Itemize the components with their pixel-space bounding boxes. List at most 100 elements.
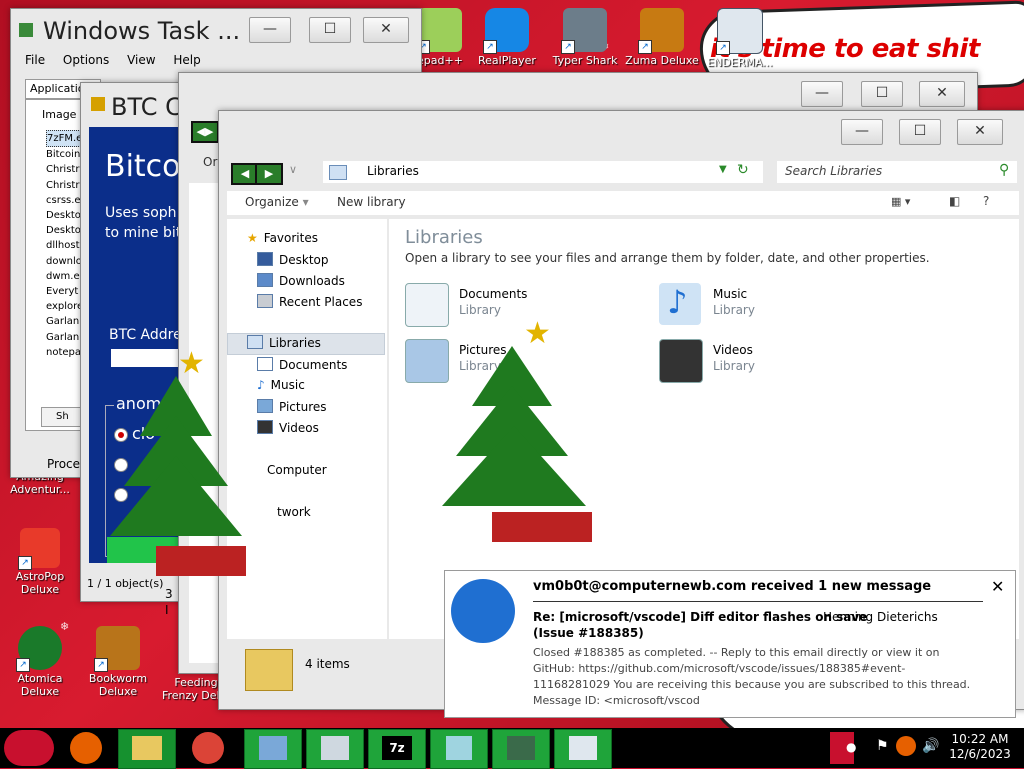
search-box[interactable]: Search Libraries ⚲ bbox=[777, 161, 1017, 183]
paint-icon bbox=[259, 736, 287, 760]
menu-file[interactable]: File bbox=[25, 53, 45, 67]
library-music[interactable]: ♪ Music Library bbox=[659, 283, 889, 329]
process-row[interactable]: dwm.e bbox=[46, 269, 83, 284]
maximize-button[interactable]: ☐ bbox=[899, 119, 941, 145]
organize-stub: Or bbox=[203, 155, 218, 169]
chrome-icon[interactable] bbox=[192, 732, 224, 764]
nav-recent-places[interactable]: Recent Places bbox=[257, 294, 362, 309]
nav-desktop[interactable]: Desktop bbox=[257, 252, 329, 267]
nav-favorites[interactable]: ★ Favorites bbox=[247, 231, 318, 245]
desktop-icon-realplayer[interactable]: ↗ RealPlayer bbox=[467, 8, 547, 67]
start-button[interactable] bbox=[4, 730, 54, 766]
desktop-icon-enderman[interactable]: ↗ ENDERMA... bbox=[700, 8, 780, 69]
atomica-icon: ↗ bbox=[16, 626, 62, 672]
title-bar[interactable] bbox=[179, 73, 977, 107]
menu-view[interactable]: View bbox=[127, 53, 155, 67]
downloads-icon bbox=[257, 273, 273, 287]
process-row[interactable]: Deskto bbox=[46, 208, 83, 223]
preview-pane-icon[interactable]: ◧ bbox=[949, 194, 960, 208]
close-button[interactable]: ✕ bbox=[363, 17, 409, 43]
mail-notification[interactable]: vm0b0t@computernewb.com received 1 new m… bbox=[444, 570, 1016, 718]
desktop-icon-zuma[interactable]: ↗ Zuma Deluxe bbox=[622, 8, 702, 67]
process-row[interactable]: Christr bbox=[46, 178, 83, 193]
nav-desktop-label: Desktop bbox=[279, 253, 329, 267]
process-row[interactable]: Everyt bbox=[46, 284, 83, 299]
taskbar-paint[interactable] bbox=[244, 729, 302, 769]
close-icon[interactable]: ✕ bbox=[991, 577, 1004, 596]
process-row[interactable]: 7zFM.e bbox=[46, 130, 84, 148]
navigation-bar: ◀ ▶ ∨ Libraries ▼ ↻ Search Libraries ⚲ bbox=[227, 161, 1017, 189]
process-row[interactable]: notepa bbox=[46, 345, 83, 360]
desktop-icon-typer-shark[interactable]: ↗ Typer Shark bbox=[545, 8, 625, 67]
desktop-icon-label: Zuma Deluxe bbox=[625, 54, 699, 67]
taskbar-explorer[interactable] bbox=[118, 729, 176, 769]
process-row[interactable]: Garlan bbox=[46, 314, 83, 329]
desktop-icon-atomica[interactable]: ↗ Atomica Deluxe bbox=[0, 626, 80, 698]
process-row[interactable]: explore bbox=[46, 299, 83, 314]
close-button[interactable]: ✕ bbox=[919, 81, 965, 107]
column-header-image[interactable]: Image bbox=[42, 108, 76, 121]
desktop-icon-astropop[interactable]: ↗ AstroPop Deluxe bbox=[0, 528, 80, 596]
process-row[interactable]: downlo bbox=[46, 254, 83, 269]
search-icon[interactable]: ⚲ bbox=[999, 162, 1009, 178]
clock-date: 12/6/2023 bbox=[949, 747, 1011, 761]
tray-dot-icon[interactable]: ● bbox=[846, 740, 856, 754]
process-row[interactable]: Bitcoin bbox=[46, 147, 83, 162]
refresh-icon[interactable]: ↻ bbox=[737, 162, 749, 178]
clock[interactable]: 10:22 AM 12/6/2023 bbox=[948, 732, 1012, 762]
christmas-tree-decoration: ★ bbox=[110, 346, 280, 586]
taskbar-keyboard[interactable] bbox=[306, 729, 364, 769]
recent-pages-chevron-icon[interactable]: ∨ bbox=[289, 163, 297, 176]
process-row[interactable]: Garlan bbox=[46, 330, 83, 345]
menu-help[interactable]: Help bbox=[173, 53, 200, 67]
address-dropdown-icon[interactable]: ▼ bbox=[719, 164, 727, 175]
back-button[interactable]: ◀▶ bbox=[191, 121, 219, 143]
organize-button[interactable]: Organize ▾ bbox=[245, 195, 309, 209]
firefox-icon[interactable] bbox=[70, 732, 102, 764]
firefox-tray-icon[interactable] bbox=[896, 736, 916, 756]
desktop-icon-bookworm[interactable]: ↗ Bookworm Deluxe bbox=[78, 626, 158, 698]
process-row[interactable]: dllhost bbox=[46, 238, 83, 253]
desktop-icon bbox=[257, 252, 273, 266]
thunderbird-icon bbox=[451, 579, 515, 643]
view-options-icon[interactable]: ▦ ▾ bbox=[891, 195, 910, 208]
process-row[interactable]: Deskto bbox=[46, 223, 83, 238]
btc-address-label: BTC Addre bbox=[109, 327, 182, 343]
close-button[interactable]: ✕ bbox=[957, 119, 1003, 145]
organize-label: Organize bbox=[245, 195, 299, 209]
desktop-icon-label: RealPlayer bbox=[478, 54, 536, 67]
bookworm-icon: ↗ bbox=[94, 626, 140, 672]
nav-network[interactable]: twork bbox=[277, 505, 311, 519]
help-icon[interactable]: ? bbox=[983, 194, 989, 208]
mail-issue: (Issue #188385) bbox=[533, 626, 644, 640]
address-bar[interactable]: Libraries ▼ ↻ bbox=[323, 161, 763, 183]
menu-options[interactable]: Options bbox=[63, 53, 109, 67]
taskbar-window[interactable] bbox=[554, 729, 612, 769]
recent-places-icon bbox=[257, 294, 273, 308]
taskbar-notepad[interactable] bbox=[430, 729, 488, 769]
task-manager-icon bbox=[19, 23, 33, 37]
nav-videos-label: Videos bbox=[279, 421, 319, 435]
minimize-button[interactable]: — bbox=[841, 119, 883, 145]
process-row[interactable]: csrss.e bbox=[46, 193, 83, 208]
minimize-button[interactable]: — bbox=[801, 81, 843, 107]
zuma-icon: ↗ bbox=[638, 8, 684, 54]
process-row[interactable]: Christr bbox=[46, 162, 83, 177]
library-videos[interactable]: Videos Library bbox=[659, 339, 889, 385]
content-subheading: Open a library to see your files and arr… bbox=[405, 251, 930, 265]
taskbar-task-manager[interactable] bbox=[492, 729, 550, 769]
action-center-icon[interactable]: ⚑ bbox=[876, 738, 889, 754]
new-library-button[interactable]: New library bbox=[337, 195, 406, 209]
taskbar-7zip[interactable]: 7z bbox=[368, 729, 426, 769]
nav-downloads[interactable]: Downloads bbox=[257, 273, 345, 288]
content-heading: Libraries bbox=[405, 227, 483, 248]
volume-icon[interactable]: 🔊 bbox=[922, 738, 939, 754]
forward-button[interactable]: ▶ bbox=[255, 163, 283, 185]
minimize-button[interactable]: — bbox=[249, 17, 291, 43]
maximize-button[interactable]: ☐ bbox=[309, 17, 351, 43]
nav-favorites-label: Favorites bbox=[263, 231, 318, 245]
mail-subject: Re: [microsoft/vscode] Diff editor flash… bbox=[533, 610, 868, 624]
notepad-icon bbox=[446, 736, 472, 760]
music-library-icon: ♪ bbox=[659, 283, 701, 325]
maximize-button[interactable]: ☐ bbox=[861, 81, 903, 107]
